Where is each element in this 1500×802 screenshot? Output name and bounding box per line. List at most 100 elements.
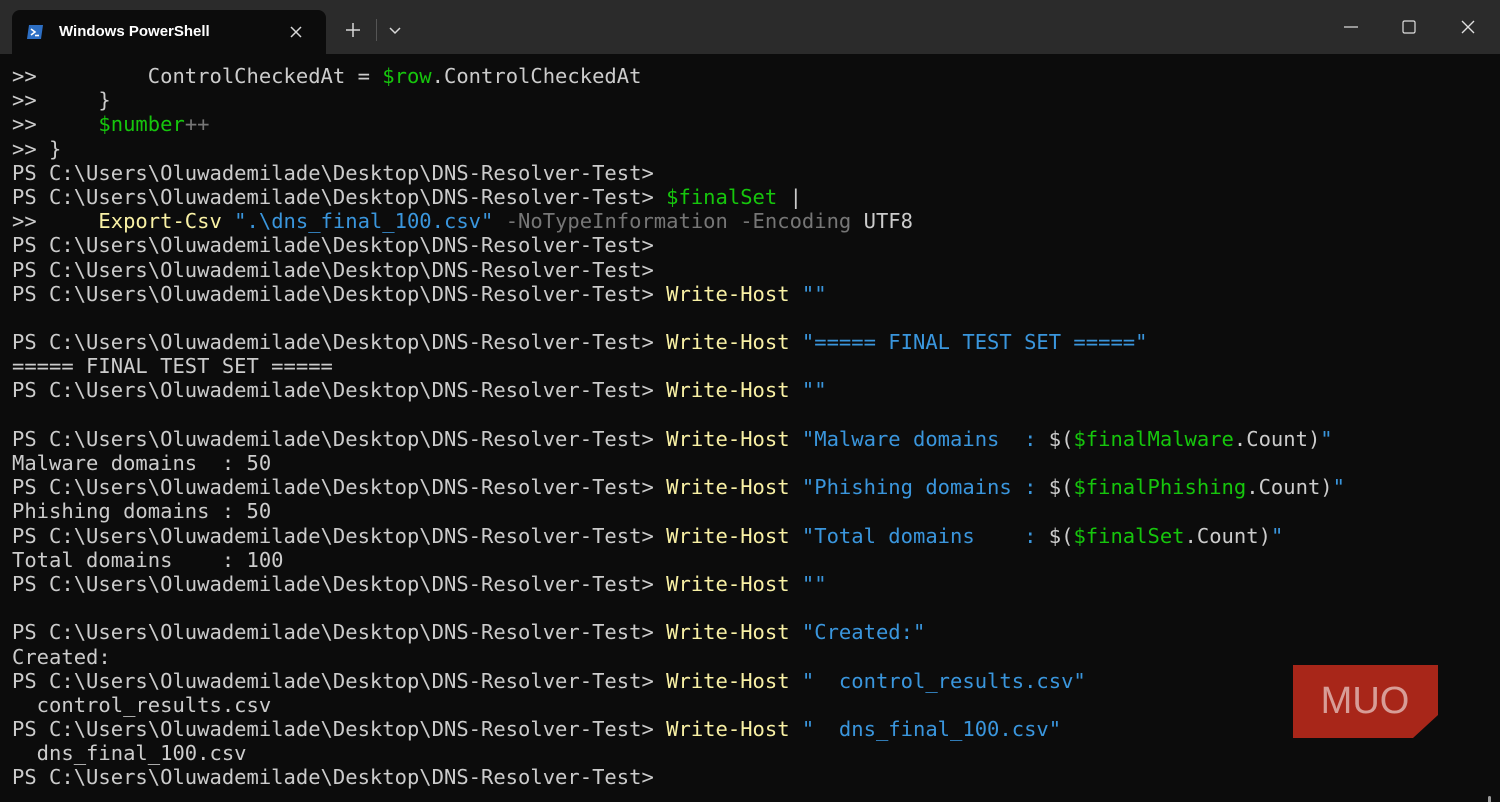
terminal-line: ===== FINAL TEST SET ===== (12, 354, 1345, 378)
terminal-line: PS C:\Users\Oluwademilade\Desktop\DNS-Re… (12, 669, 1345, 693)
string-token: " control_results.csv" (801, 668, 1086, 693)
close-icon[interactable] (287, 23, 305, 41)
command-token: Write-Host (666, 330, 790, 355)
variable-token: $finalSet (666, 184, 778, 209)
terminal-line: Malware domains : 50 (12, 451, 1345, 475)
terminal-line: PS C:\Users\Oluwademilade\Desktop\DNS-Re… (12, 572, 1345, 596)
terminal-line: PS C:\Users\Oluwademilade\Desktop\DNS-Re… (12, 765, 1345, 789)
output-text: PS C:\Users\Oluwademilade\Desktop\DNS-Re… (12, 257, 654, 282)
terminal-line: PS C:\Users\Oluwademilade\Desktop\DNS-Re… (12, 427, 1345, 451)
output-text: .Count) (1184, 523, 1271, 548)
output-text: dns_final_100.csv (12, 741, 247, 766)
string-token: "===== FINAL TEST SET =====" (801, 330, 1148, 355)
command-token: Write-Host (666, 668, 790, 693)
tab-windows-powershell[interactable]: Windows PowerShell (12, 10, 326, 54)
string-token: "" (801, 281, 827, 306)
terminal-line: Total domains : 100 (12, 548, 1345, 572)
string-token: "Phishing domains : (801, 475, 1049, 500)
terminal-line: control_results.csv (12, 693, 1345, 717)
output-text: .Count) (1233, 426, 1321, 451)
output-text: PS C:\Users\Oluwademilade\Desktop\DNS-Re… (12, 378, 667, 403)
title-bar: Windows PowerShell (0, 0, 1500, 54)
output-text: PS C:\Users\Oluwademilade\Desktop\DNS-Re… (12, 184, 667, 209)
plus-icon[interactable] (340, 17, 366, 43)
terminal-line: >> } (12, 88, 1345, 112)
terminal-line: Phishing domains : 50 (12, 499, 1345, 523)
output-text: PS C:\Users\Oluwademilade\Desktop\DNS-Re… (12, 330, 667, 355)
scrollbar[interactable] (1488, 796, 1491, 802)
variable-token: $finalPhishing (1073, 475, 1247, 500)
terminal-line: PS C:\Users\Oluwademilade\Desktop\DNS-Re… (12, 330, 1345, 354)
maximize-icon[interactable] (1396, 14, 1422, 40)
output-text: control_results.csv (12, 692, 272, 717)
output-text: PS C:\Users\Oluwademilade\Desktop\DNS-Re… (12, 717, 667, 742)
parameter-token: -NoTypeInformation -Encoding (493, 209, 852, 234)
output-text: ===== FINAL TEST SET ===== (12, 354, 333, 379)
command-token: Export-Csv (98, 209, 222, 234)
command-token: Write-Host (666, 378, 790, 403)
terminal-line: PS C:\Users\Oluwademilade\Desktop\DNS-Re… (12, 475, 1345, 499)
output-text: $( (1048, 426, 1074, 451)
variable-token: $finalSet (1073, 523, 1185, 548)
string-token: " (1332, 475, 1345, 500)
close-icon[interactable] (1455, 14, 1481, 40)
output-text: .Count) (1246, 475, 1333, 500)
output-text: Phishing domains : 50 (12, 499, 272, 524)
output-text: PS C:\Users\Oluwademilade\Desktop\DNS-Re… (12, 620, 667, 645)
terminal-line: PS C:\Users\Oluwademilade\Desktop\DNS-Re… (12, 258, 1345, 282)
string-token: "Total domains : (801, 523, 1049, 548)
terminal-output[interactable]: >> ControlCheckedAt = $row.ControlChecke… (0, 54, 1500, 802)
tab-separator (376, 19, 377, 41)
output-text: >> (12, 112, 99, 137)
output-text: Created: (12, 644, 111, 669)
output-text: PS C:\Users\Oluwademilade\Desktop\DNS-Re… (12, 160, 654, 185)
variable-token: $finalMalware (1073, 426, 1234, 451)
parameter-token: ++ (184, 112, 210, 137)
terminal-lines: >> ControlCheckedAt = $row.ControlChecke… (12, 64, 1345, 790)
muo-logo-watermark: MUO (1293, 665, 1438, 738)
output-text: PS C:\Users\Oluwademilade\Desktop\DNS-Re… (12, 475, 667, 500)
variable-token: $row (382, 64, 432, 88)
command-token: Write-Host (666, 281, 790, 306)
string-token: ".\dns_final_100.csv" (234, 209, 494, 234)
output-text: >> ControlCheckedAt = (12, 64, 383, 88)
output-text: PS C:\Users\Oluwademilade\Desktop\DNS-Re… (12, 668, 667, 693)
output-text: >> (12, 209, 99, 234)
command-token: Write-Host (666, 620, 790, 645)
terminal-line: >> $number++ (12, 112, 1345, 136)
output-text: .ControlCheckedAt (431, 64, 642, 88)
terminal-line: PS C:\Users\Oluwademilade\Desktop\DNS-Re… (12, 717, 1345, 741)
tab-title: Windows PowerShell (59, 23, 210, 40)
terminal-line: PS C:\Users\Oluwademilade\Desktop\DNS-Re… (12, 620, 1345, 644)
chevron-down-icon[interactable] (382, 17, 408, 43)
terminal-line: >> Export-Csv ".\dns_final_100.csv" -NoT… (12, 209, 1345, 233)
output-text: Total domains : 100 (12, 547, 284, 572)
output-text: >> } (12, 88, 111, 113)
output-text: PS C:\Users\Oluwademilade\Desktop\DNS-Re… (12, 233, 654, 258)
string-token: " dns_final_100.csv" (801, 717, 1062, 742)
string-token: " (1320, 426, 1333, 451)
powershell-icon (27, 25, 43, 39)
string-token: "Created:" (801, 620, 926, 645)
command-token: Write-Host (666, 523, 790, 548)
string-token: "" (801, 571, 827, 596)
terminal-line: PS C:\Users\Oluwademilade\Desktop\DNS-Re… (12, 185, 1345, 209)
output-text: PS C:\Users\Oluwademilade\Desktop\DNS-Re… (12, 281, 667, 306)
string-token: " (1270, 523, 1284, 548)
terminal-line: dns_final_100.csv (12, 741, 1345, 765)
output-text: PS C:\Users\Oluwademilade\Desktop\DNS-Re… (12, 426, 667, 451)
minimize-icon[interactable] (1338, 14, 1364, 40)
terminal-line: PS C:\Users\Oluwademilade\Desktop\DNS-Re… (12, 378, 1345, 402)
string-token: "" (801, 378, 827, 403)
output-text: $( (1048, 475, 1074, 500)
terminal-line: Created: (12, 645, 1345, 669)
terminal-line: PS C:\Users\Oluwademilade\Desktop\DNS-Re… (12, 524, 1345, 548)
